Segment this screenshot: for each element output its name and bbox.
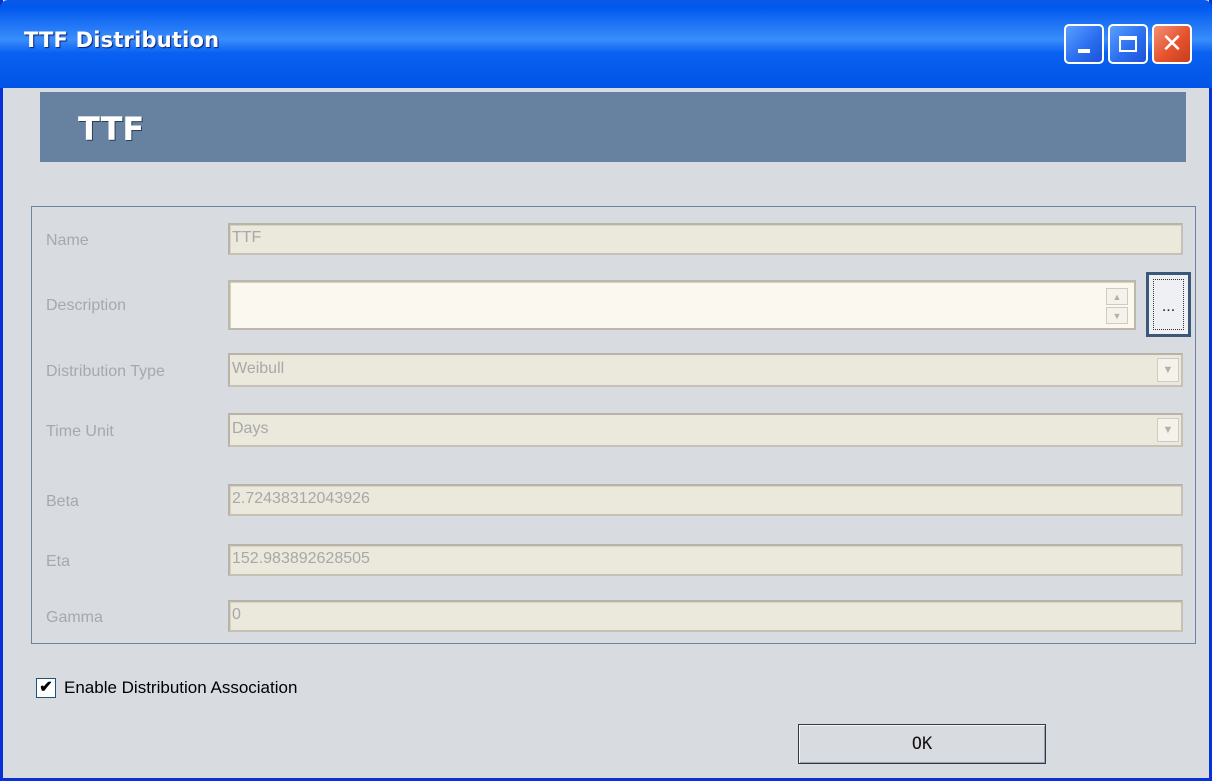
beta-label: Beta xyxy=(46,493,79,510)
gamma-field[interactable]: 0 xyxy=(228,600,1183,632)
gamma-label: Gamma xyxy=(46,609,103,626)
beta-field[interactable]: 2.72438312043926 xyxy=(228,484,1183,516)
description-scroll[interactable]: ▲ ▼ xyxy=(1106,288,1128,324)
name-label: Name xyxy=(46,232,89,249)
maximize-button[interactable] xyxy=(1108,24,1148,64)
fields-panel: Name TTF Description ▲ ▼ ... Distributio… xyxy=(31,206,1196,644)
ellipsis-label: ... xyxy=(1153,279,1184,330)
header-title: TTF xyxy=(78,110,145,148)
eta-label: Eta xyxy=(46,553,71,570)
distribution-type-select[interactable]: Weibull ▼ xyxy=(228,353,1183,387)
header-band: TTF xyxy=(40,92,1186,162)
close-icon: ✕ xyxy=(1161,29,1183,59)
time-unit-label: Time Unit xyxy=(46,423,114,440)
description-browse-button[interactable]: ... xyxy=(1146,272,1191,337)
time-unit-select[interactable]: Days ▼ xyxy=(228,413,1183,447)
maximize-icon xyxy=(1119,36,1137,52)
dialog-window: TTF Distribution ✕ TTF Name TTF Descript… xyxy=(0,0,1212,781)
minimize-button[interactable] xyxy=(1064,24,1104,64)
description-label: Description xyxy=(46,297,127,314)
name-field[interactable]: TTF xyxy=(228,223,1183,255)
window-title: TTF Distribution xyxy=(24,28,220,52)
distribution-type-label: Distribution Type xyxy=(46,363,165,380)
minimize-icon xyxy=(1078,49,1090,53)
description-field[interactable]: ▲ ▼ xyxy=(228,280,1136,330)
enable-distribution-association-label[interactable]: Enable Distribution Association xyxy=(64,678,297,698)
chevron-down-icon[interactable]: ▼ xyxy=(1157,418,1179,442)
scroll-down-icon[interactable]: ▼ xyxy=(1106,307,1128,324)
close-button[interactable]: ✕ xyxy=(1152,24,1192,64)
enable-distribution-association-checkbox[interactable]: ✔ xyxy=(36,678,56,698)
chevron-down-icon[interactable]: ▼ xyxy=(1157,358,1179,382)
time-unit-value: Days xyxy=(232,420,269,437)
eta-field[interactable]: 152.983892628505 xyxy=(228,544,1183,576)
distribution-type-value: Weibull xyxy=(232,360,285,377)
scroll-up-icon[interactable]: ▲ xyxy=(1106,288,1128,305)
checkmark-icon: ✔ xyxy=(39,679,53,696)
ok-button[interactable]: OK xyxy=(798,724,1046,764)
title-bar[interactable]: TTF Distribution ✕ xyxy=(0,0,1212,88)
